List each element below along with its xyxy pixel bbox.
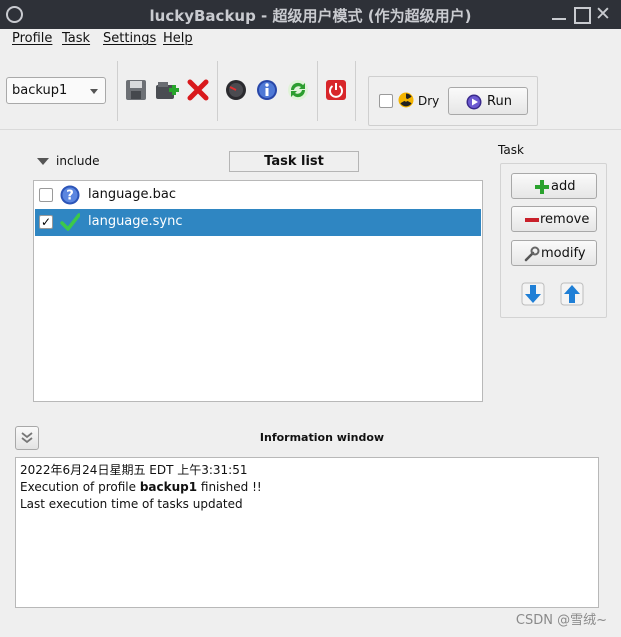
info-line-suffix: finished !! (197, 480, 262, 494)
modify-task-button[interactable]: modify (511, 240, 597, 266)
profile-select-value: backup1 (12, 83, 68, 98)
minimize-icon[interactable] (550, 5, 568, 23)
add-task-label: add (551, 179, 576, 194)
run-button-label: Run (487, 94, 512, 109)
schedule-icon[interactable] (224, 78, 248, 102)
task-row[interactable]: ✓ language.sync (35, 209, 481, 236)
wrench-icon (524, 246, 540, 262)
radiation-icon (398, 92, 414, 108)
profile-select[interactable]: backup1 (6, 77, 106, 104)
new-profile-icon[interactable] (155, 78, 179, 102)
delete-icon[interactable] (186, 78, 210, 102)
remove-task-label: remove (540, 212, 590, 227)
info-line: 2022年6月24日星期五 EDT 上午3:31:51 (20, 463, 248, 477)
info-icon[interactable] (255, 78, 279, 102)
task-group-label: Task (498, 143, 524, 157)
toolbar-divider (217, 61, 218, 121)
menu-settings[interactable]: Settings (103, 31, 156, 46)
close-icon[interactable]: ✕ (594, 5, 612, 24)
window-title: luckyBackup - 超级用户模式 (作为超级用户) (149, 7, 472, 25)
toolbar-divider (117, 61, 118, 121)
include-toggle-icon[interactable] (37, 158, 49, 165)
play-icon (466, 94, 482, 110)
task-row[interactable]: ? language.bac (35, 182, 481, 209)
move-down-icon[interactable] (521, 282, 545, 306)
info-line-prefix: Execution of profile (20, 480, 140, 494)
run-button[interactable]: Run (448, 87, 528, 115)
dry-run-label: Dry (418, 94, 440, 108)
menu-task[interactable]: Task (62, 31, 90, 46)
sync-icon[interactable] (286, 78, 310, 102)
dry-run-checkbox[interactable] (379, 94, 393, 108)
remove-task-button[interactable]: remove (511, 206, 597, 232)
include-label[interactable]: include (56, 154, 99, 168)
checkmark-icon (60, 213, 80, 231)
chevron-down-icon (90, 89, 98, 94)
info-line: Last execution time of tasks updated (20, 497, 243, 511)
question-icon: ? (60, 185, 80, 205)
task-include-checkbox[interactable]: ✓ (39, 215, 53, 229)
task-list[interactable]: ? language.bac ✓ language.sync (33, 180, 483, 402)
menu-bar: Profile Task Settings Help (0, 29, 621, 51)
toolbar-divider (355, 61, 356, 121)
info-window-title: Information window (259, 431, 385, 444)
power-icon[interactable] (324, 78, 348, 102)
toolbar-divider (317, 61, 318, 121)
plus-icon (535, 180, 549, 194)
toolbar: backup1 Dry Run (0, 51, 621, 130)
dry-run-group: Dry Run (368, 76, 538, 126)
menu-profile[interactable]: Profile (12, 31, 52, 46)
task-name: language.sync (88, 214, 183, 229)
task-include-checkbox[interactable] (39, 188, 53, 202)
info-profile-name: backup1 (139, 480, 198, 494)
info-line: Execution of profile backup1 finished !! (20, 479, 594, 496)
task-name: language.bac (88, 187, 177, 202)
minus-icon (525, 218, 539, 222)
move-up-icon[interactable] (560, 282, 584, 306)
info-window[interactable]: 2022年6月24日星期五 EDT 上午3:31:51 Execution of… (15, 457, 599, 608)
maximize-icon[interactable] (572, 5, 591, 24)
save-icon[interactable] (124, 78, 148, 102)
modify-task-label: modify (541, 246, 586, 261)
svg-text:?: ? (66, 189, 74, 204)
title-bar[interactable]: luckyBackup - 超级用户模式 (作为超级用户) ✕ (0, 0, 621, 29)
watermark: CSDN @雪绒~ (515, 613, 607, 628)
add-task-button[interactable]: add (511, 173, 597, 199)
task-actions-group: add remove modify (500, 163, 607, 318)
task-list-header[interactable]: Task list (229, 151, 359, 172)
menu-help[interactable]: Help (163, 31, 193, 46)
main-window: luckyBackup - 超级用户模式 (作为超级用户) ✕ Profile … (0, 0, 621, 637)
